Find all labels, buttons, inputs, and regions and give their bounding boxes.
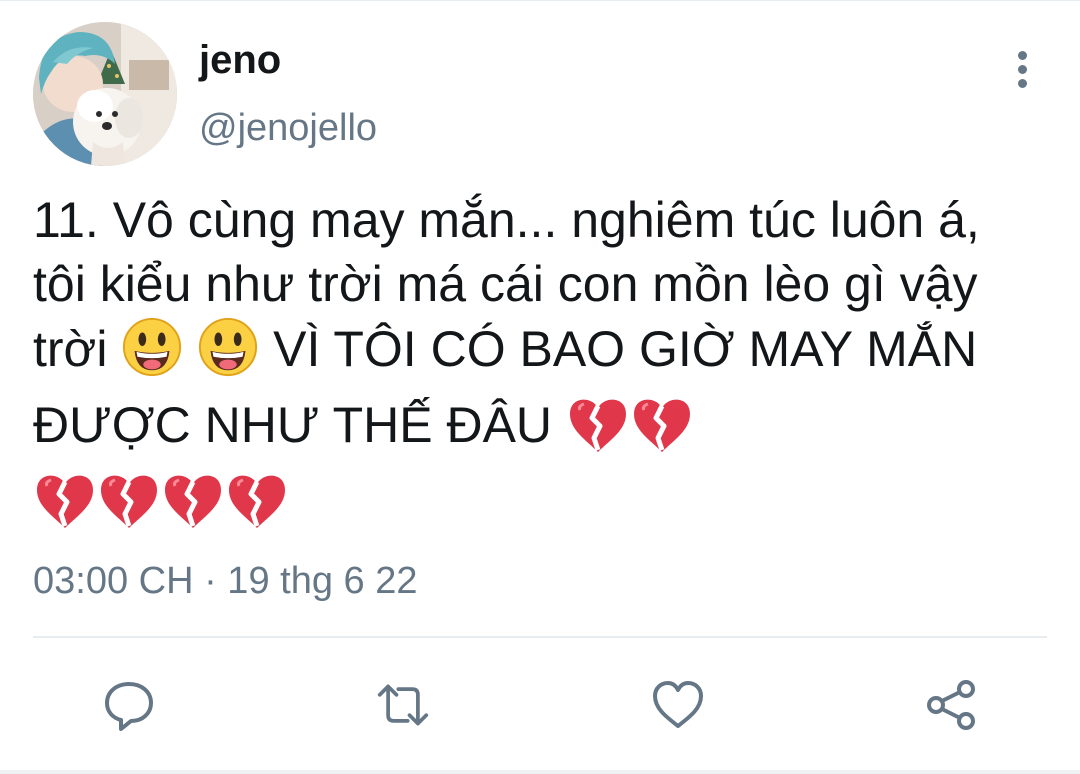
like-button[interactable] — [651, 678, 705, 732]
broken-heart-icon — [97, 470, 161, 545]
broken-heart-icon — [33, 470, 97, 545]
grinning-face-icon — [121, 316, 183, 393]
grinning-face-icon — [197, 316, 259, 393]
avatar[interactable] — [33, 22, 177, 166]
retweet-button[interactable] — [376, 678, 430, 732]
reply-icon — [105, 682, 153, 731]
broken-heart-icon — [161, 470, 225, 545]
more-dot-icon — [1017, 78, 1027, 88]
top-divider — [0, 0, 1080, 1]
more-options-button[interactable] — [1002, 46, 1042, 92]
broken-heart-icon — [630, 394, 694, 469]
broken-heart-icon — [225, 470, 289, 545]
tweet-timestamp[interactable]: 03:00 CH · 19 thg 6 22 — [33, 556, 417, 606]
bottom-divider — [0, 770, 1080, 774]
share-icon — [927, 680, 975, 730]
more-dot-icon — [1017, 64, 1027, 74]
more-dot-icon — [1017, 50, 1027, 60]
retweet-icon — [377, 684, 429, 726]
author-display-name[interactable]: jeno — [199, 38, 281, 82]
author-handle[interactable]: @jenojello — [199, 106, 377, 150]
reply-button[interactable] — [102, 678, 156, 732]
broken-heart-icon — [566, 394, 630, 469]
avatar-photo — [33, 22, 177, 166]
share-button[interactable] — [924, 678, 978, 732]
heart-icon — [653, 681, 703, 728]
tweet-text: 11. Vô cùng may mắn... nghiêm túc luôn á… — [33, 188, 1043, 545]
actions-divider — [33, 636, 1047, 638]
